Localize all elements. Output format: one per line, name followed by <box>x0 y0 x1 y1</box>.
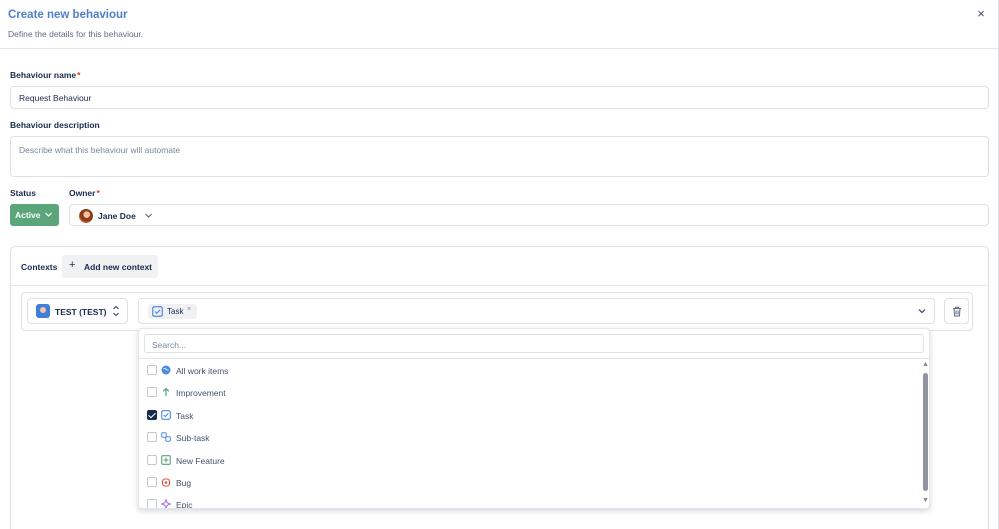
option-label: All work items <box>176 366 229 376</box>
plus-box-icon <box>161 455 171 465</box>
checkbox[interactable] <box>147 477 157 487</box>
status-dropdown-button[interactable]: Active <box>10 204 59 226</box>
search-placeholder: Search... <box>152 340 187 350</box>
add-new-context-button[interactable]: + Add new context <box>62 255 158 278</box>
bug-icon <box>161 478 171 487</box>
behaviour-name-value: Request Behaviour <box>19 93 92 103</box>
task-icon <box>152 306 163 317</box>
option-label: Improvement <box>176 388 226 398</box>
scroll-up-icon[interactable]: ▲ <box>922 361 929 368</box>
selected-type-label: Task <box>167 307 184 316</box>
owner-select[interactable]: Jane Doe <box>69 204 989 226</box>
status-value: Active <box>15 210 41 220</box>
arrow-up-icon <box>162 387 170 396</box>
behaviour-name-label-text: Behaviour name <box>10 70 77 80</box>
project-name: TEST (TEST) <box>55 307 107 317</box>
checkbox[interactable] <box>147 387 157 397</box>
checkbox-checked[interactable] <box>147 410 157 420</box>
modal-title: Create new behaviour <box>8 9 128 21</box>
project-select[interactable]: TEST (TEST) <box>27 298 128 324</box>
checkbox[interactable] <box>147 365 157 375</box>
context-row: TEST (TEST) Task × <box>21 292 973 331</box>
option-new-feature[interactable]: New Feature <box>139 449 919 471</box>
modal-header: Create new behaviour Define the details … <box>0 0 998 49</box>
option-label: New Feature <box>176 456 225 466</box>
checkbox[interactable] <box>147 432 157 442</box>
option-task[interactable]: Task <box>139 404 919 426</box>
remove-chip-icon[interactable]: × <box>187 306 191 313</box>
scroll-down-icon[interactable]: ▼ <box>922 497 929 504</box>
behaviour-name-input[interactable]: Request Behaviour <box>10 86 989 109</box>
description-placeholder: Describe what this behaviour will automa… <box>19 145 181 155</box>
scrollbar[interactable]: ▲ ▼ <box>921 361 929 507</box>
plus-icon: + <box>69 259 76 271</box>
scrollbar-thumb[interactable] <box>923 373 928 491</box>
behaviour-name-label: Behaviour name* <box>10 70 80 80</box>
chevron-down-icon <box>45 212 52 217</box>
owner-label-text: Owner <box>69 188 96 198</box>
delete-context-button[interactable] <box>944 298 969 324</box>
option-label: Bug <box>176 478 192 488</box>
owner-name: Jane Doe <box>98 211 136 221</box>
status-label: Status <box>10 188 36 198</box>
option-all-work-items[interactable]: All work items <box>139 359 919 381</box>
option-label: Task <box>176 411 194 421</box>
search-input[interactable]: Search... <box>144 334 924 353</box>
work-item-types-dropdown: Search... All work items Improvement Tas… <box>138 328 930 509</box>
option-label: Epic <box>176 500 193 509</box>
option-label: Sub-task <box>176 433 210 443</box>
behaviour-description-input[interactable]: Describe what this behaviour will automa… <box>10 136 989 177</box>
subtask-icon <box>161 432 171 442</box>
trash-icon <box>953 306 961 317</box>
required-mark: * <box>77 70 81 80</box>
avatar <box>79 209 93 223</box>
divider <box>11 285 988 286</box>
option-bug[interactable]: Bug <box>139 471 919 493</box>
behaviour-description-label: Behaviour description <box>10 120 100 130</box>
owner-label: Owner* <box>69 188 100 198</box>
project-avatar-icon <box>36 304 50 318</box>
required-mark: * <box>96 188 100 198</box>
selected-type-chip: Task × <box>148 304 197 319</box>
option-sub-task[interactable]: Sub-task <box>139 426 919 448</box>
add-new-context-label: Add new context <box>84 262 153 272</box>
chevron-down-icon <box>918 309 926 314</box>
chevron-up-down-icon <box>113 305 119 317</box>
modal-subtitle: Define the details for this behaviour. <box>8 29 144 39</box>
option-improvement[interactable]: Improvement <box>139 381 919 403</box>
checkbox[interactable] <box>147 455 157 465</box>
checkbox[interactable] <box>147 499 157 508</box>
globe-icon <box>161 365 171 375</box>
contexts-title: Contexts <box>21 262 58 272</box>
task-icon <box>161 410 171 420</box>
option-epic[interactable]: Epic <box>139 493 919 509</box>
close-icon[interactable]: × <box>974 7 988 21</box>
chevron-down-icon <box>145 213 152 218</box>
create-behaviour-modal: Create new behaviour Define the details … <box>0 0 999 529</box>
epic-icon <box>161 499 171 508</box>
work-item-types-select[interactable]: Task × <box>138 298 935 324</box>
